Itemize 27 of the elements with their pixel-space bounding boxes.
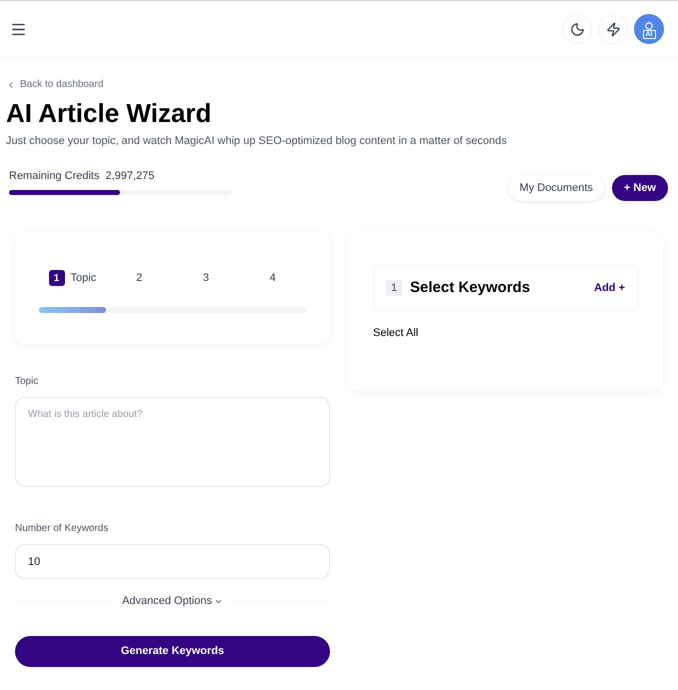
my-documents-button[interactable]: My Documents <box>508 175 604 201</box>
page-title: AI Article Wizard <box>6 98 212 128</box>
keywords-count-field[interactable]: 10 <box>15 544 330 579</box>
step-tab[interactable]: 4 <box>270 270 276 286</box>
credits-value: 2,997,275 <box>105 168 154 184</box>
lightning-icon <box>606 22 620 36</box>
credits-label: Remaining Credits <box>9 168 100 184</box>
section-title: Select Keywords <box>410 278 532 298</box>
step-tab[interactable]: 2 <box>136 270 142 286</box>
dark-mode-button[interactable] <box>562 14 592 44</box>
topic-field[interactable]: What is this article about? <box>15 397 330 487</box>
step-tab[interactable]: 3 <box>202 270 209 286</box>
select-all-button[interactable]: Select All <box>373 325 418 342</box>
add-keyword-button[interactable]: Add + <box>594 280 625 296</box>
page-subtitle: Just choose your topic, and watch MagicAI whip up SEO-optimized blog content in a matter of seconds <box>6 134 508 149</box>
advanced-options-toggle[interactable]: Advanced Options <box>122 593 223 610</box>
back-link[interactable]: Back to dashboard <box>6 77 104 92</box>
moon-icon <box>570 22 584 36</box>
topic-label: Topic <box>15 375 40 389</box>
generate-keywords-button[interactable]: Generate Keywords <box>15 636 330 666</box>
upgrade-button[interactable] <box>598 14 628 44</box>
step-tab[interactable]: 1 Topic <box>48 270 96 286</box>
keywords-count-label: Number of Keywords <box>15 522 110 536</box>
new-button[interactable]: + New <box>612 175 668 201</box>
section-number: 1 <box>386 280 402 296</box>
step-label: Topic <box>70 271 96 286</box>
step-number: 1 <box>48 270 65 286</box>
